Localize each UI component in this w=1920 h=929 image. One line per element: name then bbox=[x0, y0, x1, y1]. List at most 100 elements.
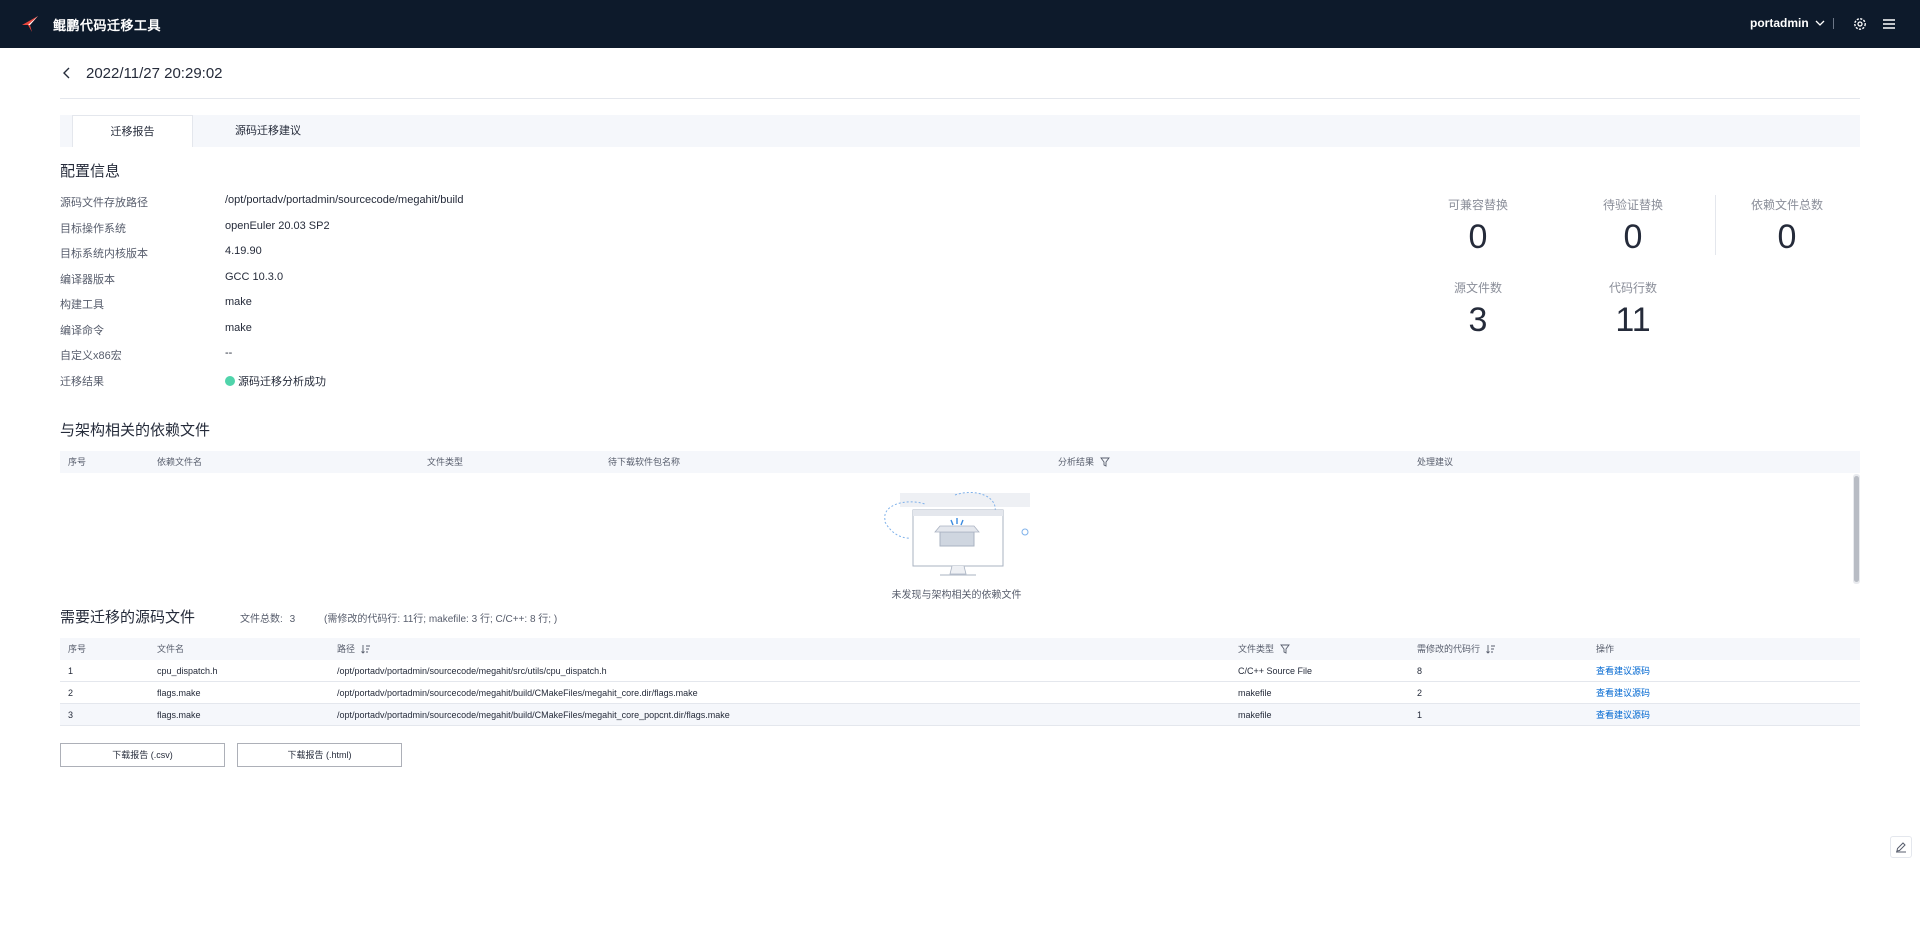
divider bbox=[1715, 195, 1716, 255]
deps-table-header: 序号 依赖文件名 文件类型 待下载软件包名称 分析结果 处理建议 bbox=[60, 451, 1860, 473]
tab-bar: 迁移报告 源码迁移建议 bbox=[60, 115, 1860, 147]
cell-path: /opt/portadv/portadmin/sourcecode/megahi… bbox=[337, 666, 607, 676]
column-header: 待下载软件包名称 bbox=[608, 457, 681, 467]
config-value: /opt/portadv/portadmin/sourcecode/megahi… bbox=[225, 194, 464, 206]
feedback-button[interactable] bbox=[1890, 836, 1912, 858]
config-label: 构建工具 bbox=[60, 299, 104, 311]
column-header: 序号 bbox=[68, 457, 87, 467]
status-text: 源码迁移分析成功 bbox=[238, 376, 326, 388]
empty-illustration bbox=[884, 491, 1030, 576]
stat-value: 0 bbox=[1468, 218, 1488, 256]
table-row: 2 flags.make /opt/portadv/portadmin/sour… bbox=[60, 682, 1860, 704]
cell-no: 1 bbox=[68, 666, 74, 676]
config-label: 目标系统内核版本 bbox=[60, 248, 148, 260]
column-header-lines: 需修改的代码行 bbox=[1417, 638, 1496, 660]
column-header-path: 路径 bbox=[337, 638, 371, 660]
stat-label: 待验证替换 bbox=[1602, 198, 1663, 212]
page-title: 2022/11/27 20:29:02 bbox=[86, 65, 223, 82]
column-header: 依赖文件名 bbox=[157, 457, 203, 467]
config-label: 源码文件存放路径 bbox=[60, 197, 148, 209]
config-label: 目标操作系统 bbox=[60, 223, 126, 235]
column-label: 需修改的代码行 bbox=[1417, 644, 1481, 654]
lines-summary: (需修改的代码行: 11行; makefile: 3 行; C/C++: 8 行… bbox=[324, 614, 558, 625]
config-label: 自定义x86宏 bbox=[60, 350, 122, 362]
empty-text: 未发现与架构相关的依赖文件 bbox=[891, 590, 1022, 601]
column-header: 序号 bbox=[68, 644, 87, 654]
column-label: 路径 bbox=[337, 644, 356, 654]
config-value: openEuler 20.03 SP2 bbox=[225, 220, 330, 232]
view-suggestion-link[interactable]: 查看建议源码 bbox=[1596, 704, 1650, 726]
stat-label: 可兼容替换 bbox=[1447, 198, 1508, 212]
view-suggestion-link[interactable]: 查看建议源码 bbox=[1596, 660, 1650, 682]
config-value: 4.19.90 bbox=[225, 245, 262, 257]
column-header: 文件类型 bbox=[427, 457, 464, 467]
cell-no: 3 bbox=[68, 710, 74, 720]
sort-icon[interactable] bbox=[1486, 644, 1496, 654]
cell-name: flags.make bbox=[157, 710, 201, 720]
scrollbar-thumb[interactable] bbox=[1854, 476, 1859, 582]
config-value: make bbox=[225, 296, 252, 308]
column-header: 处理建议 bbox=[1417, 457, 1454, 467]
file-total: 文件总数: 3 bbox=[240, 610, 295, 625]
success-icon bbox=[225, 376, 235, 386]
filter-icon[interactable] bbox=[1280, 644, 1290, 654]
config-value: GCC 10.3.0 bbox=[225, 271, 284, 283]
stat-value: 0 bbox=[1623, 218, 1643, 256]
cell-no: 2 bbox=[68, 688, 74, 698]
tab-source-suggestions[interactable]: 源码迁移建议 bbox=[193, 115, 343, 147]
sources-table-header: 序号 文件名 路径 文件类型 需修改的代码行 操作 bbox=[60, 638, 1860, 660]
cell-path: /opt/portadv/portadmin/sourcecode/megahi… bbox=[337, 688, 698, 698]
column-header-analysis: 分析结果 bbox=[1058, 451, 1110, 473]
cell-lines: 8 bbox=[1417, 666, 1423, 676]
download-html-button[interactable]: 下载报告 (.html) bbox=[237, 743, 402, 767]
config-value: make bbox=[225, 322, 252, 334]
divider bbox=[60, 98, 1860, 99]
sources-title: 需要迁移的源码文件 bbox=[60, 609, 196, 626]
cell-type: makefile bbox=[1238, 688, 1272, 698]
stat-value: 3 bbox=[1468, 301, 1488, 339]
stat-value: 11 bbox=[1615, 301, 1651, 339]
table-row: 1 cpu_dispatch.h /opt/portadv/portadmin/… bbox=[60, 660, 1860, 682]
column-label: 文件类型 bbox=[1238, 644, 1275, 654]
app-title: 鲲鹏代码迁移工具 bbox=[53, 18, 162, 33]
config-title: 配置信息 bbox=[60, 163, 121, 180]
filter-icon[interactable] bbox=[1100, 457, 1110, 467]
gear-icon[interactable] bbox=[1852, 16, 1868, 32]
config-label: 迁移结果 bbox=[60, 376, 104, 388]
stat-label: 依赖文件总数 bbox=[1750, 198, 1823, 212]
logo-icon bbox=[22, 16, 38, 32]
sort-icon[interactable] bbox=[361, 644, 371, 654]
status-badge: 源码迁移分析成功 bbox=[225, 373, 326, 389]
config-label: 编译命令 bbox=[60, 325, 104, 337]
username: portadmin bbox=[1750, 16, 1809, 30]
menu-icon[interactable] bbox=[1882, 17, 1896, 31]
back-icon[interactable] bbox=[60, 66, 74, 80]
tab-migration-report[interactable]: 迁移报告 bbox=[72, 115, 193, 147]
cell-path: /opt/portadv/portadmin/sourcecode/megahi… bbox=[337, 710, 730, 720]
cell-lines: 2 bbox=[1417, 688, 1423, 698]
stat-label: 代码行数 bbox=[1608, 281, 1657, 295]
divider bbox=[1833, 18, 1834, 29]
column-header-type: 文件类型 bbox=[1238, 638, 1290, 660]
deps-title: 与架构相关的依赖文件 bbox=[60, 422, 211, 439]
stat-value: 0 bbox=[1777, 218, 1797, 256]
view-suggestion-link[interactable]: 查看建议源码 bbox=[1596, 682, 1650, 704]
edit-icon bbox=[1896, 842, 1906, 853]
column-label: 分析结果 bbox=[1058, 457, 1095, 467]
file-total-value: 3 bbox=[289, 614, 296, 625]
chevron-down-icon bbox=[1815, 20, 1825, 26]
stat-label: 源文件数 bbox=[1453, 281, 1502, 295]
user-menu[interactable]: portadmin bbox=[1750, 16, 1825, 30]
top-bar: 鲲鹏代码迁移工具 portadmin bbox=[0, 0, 1920, 48]
table-row: 3 flags.make /opt/portadv/portadmin/sour… bbox=[60, 704, 1860, 726]
column-header: 操作 bbox=[1596, 644, 1615, 654]
cell-lines: 1 bbox=[1417, 710, 1423, 720]
column-header: 文件名 bbox=[157, 644, 185, 654]
file-total-label: 文件总数: bbox=[240, 614, 283, 625]
config-label: 编译器版本 bbox=[60, 274, 115, 286]
cell-type: makefile bbox=[1238, 710, 1272, 720]
cell-name: cpu_dispatch.h bbox=[157, 666, 218, 676]
download-csv-button[interactable]: 下载报告 (.csv) bbox=[60, 743, 225, 767]
cell-type: C/C++ Source File bbox=[1238, 666, 1313, 676]
cell-name: flags.make bbox=[157, 688, 201, 698]
